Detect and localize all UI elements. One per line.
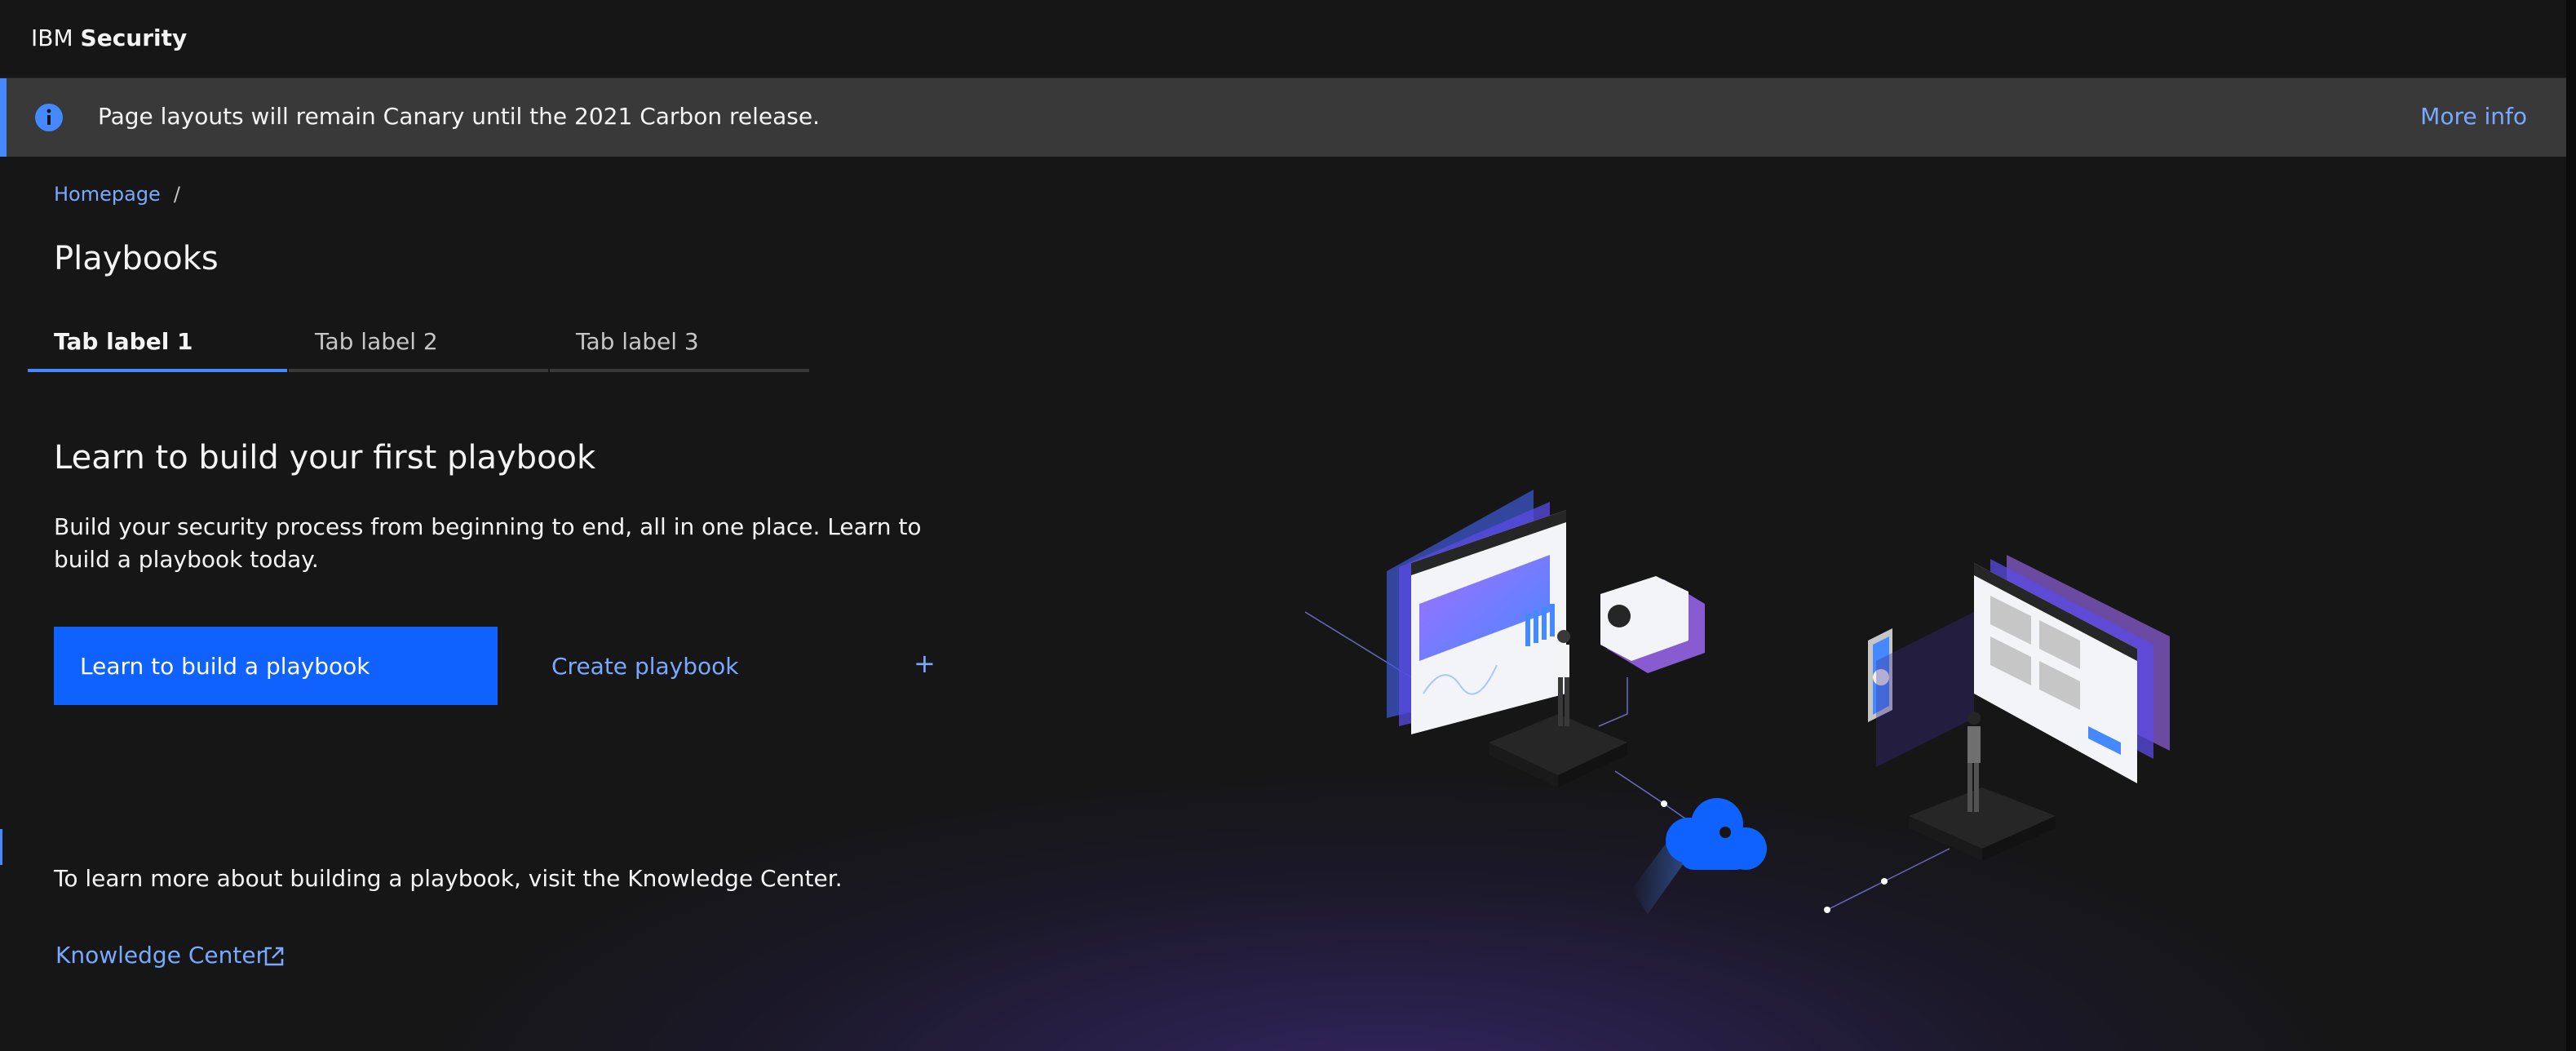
tab-label-3[interactable]: Tab label 3: [550, 322, 809, 372]
brand-prefix: IBM: [31, 24, 73, 51]
tab-label: Tab label 3: [576, 328, 699, 355]
notification-banner: Page layouts will remain Canary until th…: [0, 78, 2566, 157]
tab-label-2[interactable]: Tab label 2: [289, 322, 548, 372]
knowledge-center-link[interactable]: Knowledge Center: [55, 942, 265, 969]
page-title: Playbooks: [54, 240, 219, 277]
button-label: Create playbook: [551, 653, 739, 680]
knowledge-center-note: To learn more about building a playbook,…: [54, 865, 843, 892]
breadcrumb-homepage[interactable]: Homepage: [54, 183, 161, 206]
tab-label: Tab label 1: [54, 328, 193, 355]
brand-logo[interactable]: IBM Security: [31, 24, 187, 51]
notification-text: Page layouts will remain Canary until th…: [98, 103, 820, 130]
breadcrumb: Homepage /: [54, 183, 180, 206]
section-heading: Learn to build your first playbook: [54, 439, 596, 477]
tab-label-1[interactable]: Tab label 1: [28, 322, 287, 372]
left-indicator: [0, 829, 2, 865]
section-description: Build your security process from beginni…: [54, 513, 922, 573]
playbook-illustration: [1305, 490, 2170, 914]
plus-icon: +: [914, 648, 936, 679]
more-info-link[interactable]: More info: [2420, 103, 2527, 130]
launch-icon[interactable]: [261, 943, 287, 969]
create-playbook-button[interactable]: Create playbook +: [524, 627, 948, 705]
scrollbar-track: [2566, 0, 2576, 1051]
info-icon: [35, 104, 63, 131]
brand-name: Security: [80, 24, 188, 51]
learn-playbook-button[interactable]: Learn to build a playbook: [54, 627, 498, 705]
tab-label: Tab label 2: [315, 328, 438, 355]
app-header: IBM Security: [0, 0, 2576, 78]
breadcrumb-separator: /: [173, 183, 180, 206]
button-label: Learn to build a playbook: [80, 653, 370, 680]
